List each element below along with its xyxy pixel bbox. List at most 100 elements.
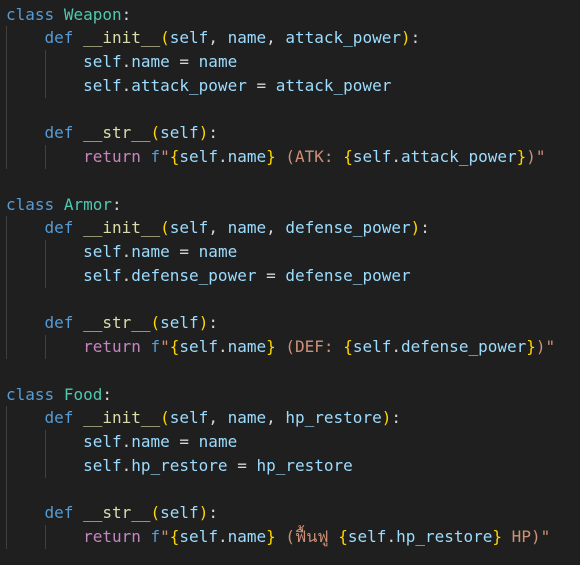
code-token: , <box>266 408 286 428</box>
code-token: hp_restore <box>131 455 228 475</box>
code-line[interactable]: self.name = name <box>6 240 237 264</box>
code-token: self <box>352 147 392 166</box>
code-token: )" <box>535 337 556 356</box>
code-token: . <box>386 527 397 546</box>
code-token: name <box>198 432 238 451</box>
code-line[interactable]: class Armor: <box>6 193 122 217</box>
code-token: ( <box>160 218 170 238</box>
code-token: ) <box>198 503 209 523</box>
code-token: attack_power <box>401 147 517 166</box>
code-token: name <box>227 147 267 166</box>
code-token: ) <box>410 218 421 238</box>
code-token: } <box>492 527 503 546</box>
indent-guide <box>44 240 46 288</box>
code-token: self <box>160 123 199 143</box>
code-token: def <box>44 503 74 523</box>
code-token: def <box>44 28 74 48</box>
code-token: { <box>169 337 180 356</box>
code-token: (ATK: <box>275 147 344 166</box>
code-line[interactable]: def __init__(self, name, attack_power): <box>6 26 421 50</box>
code-line[interactable]: def __init__(self, name, defense_power): <box>6 216 430 240</box>
code-token: name <box>198 242 238 261</box>
code-line[interactable]: class Food: <box>6 383 112 407</box>
code-token: ( <box>150 503 161 523</box>
code-line[interactable]: def __str__(self): <box>6 121 218 145</box>
code-token: } <box>266 527 276 546</box>
code-token: { <box>343 337 353 356</box>
code-editor[interactable]: class Weapon: def __init__(self, name, a… <box>0 0 580 565</box>
code-token: def <box>44 408 74 428</box>
code-line[interactable]: self.defense_power = defense_power <box>6 264 411 288</box>
code-token: = <box>256 265 286 285</box>
code-token: f <box>150 147 161 166</box>
code-token: self <box>160 313 199 333</box>
code-line[interactable]: self.hp_restore = hp_restore <box>6 454 353 478</box>
code-token: attack_power <box>285 28 401 48</box>
code-line[interactable]: self.attack_power = attack_power <box>6 74 391 98</box>
code-token: = <box>246 75 276 95</box>
code-line[interactable]: return f"{self.name} (ATK: {self.attack_… <box>6 145 545 169</box>
indent-guide <box>44 430 46 478</box>
code-token: Armor <box>63 194 112 214</box>
code-token: : <box>208 503 218 523</box>
code-token: f <box>150 527 161 546</box>
code-token: . <box>121 75 132 95</box>
indent-guide <box>44 145 46 169</box>
code-token: : <box>121 4 132 24</box>
code-token: self <box>83 75 122 95</box>
code-token: def <box>44 218 74 238</box>
code-token: } <box>266 147 276 166</box>
code-token: . <box>217 527 228 546</box>
code-token: . <box>217 337 228 356</box>
code-token: self <box>169 28 209 48</box>
code-token: ( <box>150 313 161 333</box>
code-token: def <box>44 123 74 143</box>
code-token: class <box>6 384 55 404</box>
code-token: self <box>179 527 218 546</box>
code-token: . <box>121 52 132 71</box>
indent-guide <box>44 50 46 98</box>
code-line[interactable]: def __str__(self): <box>6 311 218 335</box>
code-token: " <box>160 147 170 166</box>
code-token: __str__ <box>83 123 151 143</box>
code-token: hp_restore <box>285 408 382 428</box>
code-token: ( <box>150 123 161 143</box>
code-token: self <box>83 265 122 285</box>
code-token: self <box>83 432 122 451</box>
code-token: HP)" <box>502 527 551 546</box>
code-line[interactable]: def __str__(self): <box>6 501 218 525</box>
code-token: defense_power <box>131 265 257 285</box>
code-token: = <box>227 455 257 475</box>
code-token: , <box>208 218 228 238</box>
code-token: name <box>131 52 170 71</box>
code-token: return <box>83 527 141 546</box>
code-line[interactable]: class Weapon: <box>6 3 131 27</box>
code-token: . <box>217 147 228 166</box>
code-token: __init__ <box>83 218 161 238</box>
code-line[interactable]: return f"{self.name} (DEF: {self.defense… <box>6 335 555 359</box>
code-line[interactable]: self.name = name <box>6 430 237 454</box>
code-token: defense_power <box>285 218 411 238</box>
code-token: def <box>44 313 74 333</box>
code-line[interactable]: def __init__(self, name, hp_restore): <box>6 406 401 430</box>
code-line[interactable]: return f"{self.name} (ฟื้นฟู {self.hp_re… <box>6 525 550 549</box>
code-line[interactable]: self.name = name <box>6 50 237 74</box>
code-token: self <box>83 52 122 71</box>
code-token: (ฟื้นฟู <box>275 527 339 546</box>
code-token: . <box>121 455 132 475</box>
code-token: : <box>391 408 401 428</box>
code-token: { <box>338 527 348 546</box>
code-token: = <box>169 242 199 261</box>
code-token: } <box>526 337 536 356</box>
code-token: " <box>160 337 170 356</box>
code-token: return <box>83 337 141 356</box>
code-token: ) <box>381 408 392 428</box>
code-token: : <box>420 218 430 238</box>
